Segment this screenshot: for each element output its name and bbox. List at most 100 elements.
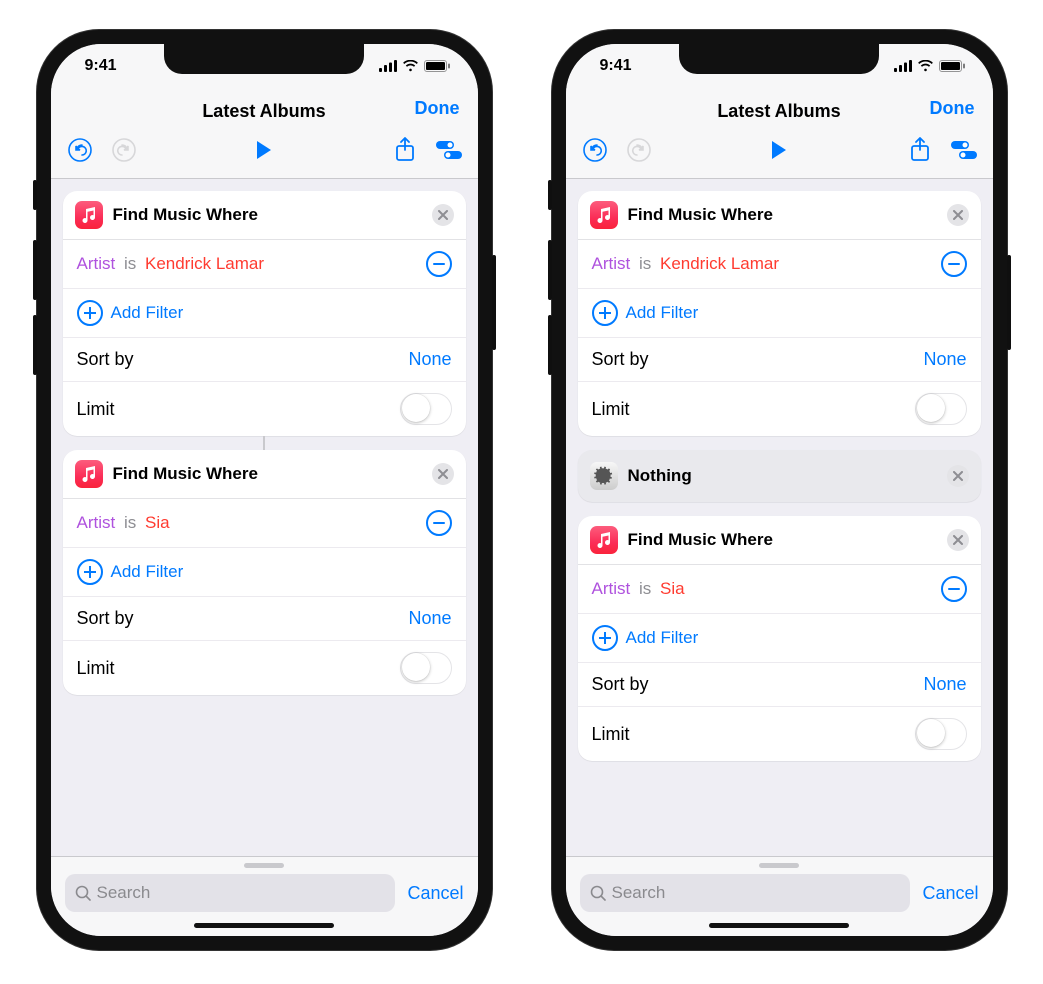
undo-button[interactable] xyxy=(65,137,95,163)
content-area[interactable]: Find Music Where Artist is Kendrick Lama… xyxy=(566,179,993,856)
filter-field[interactable]: Artist xyxy=(77,254,116,273)
play-button[interactable] xyxy=(764,140,794,160)
search-icon xyxy=(75,885,91,901)
redo-button[interactable] xyxy=(109,137,139,163)
filter-operator[interactable]: is xyxy=(639,254,651,273)
add-icon xyxy=(592,300,618,326)
limit-row: Limit xyxy=(578,382,981,436)
find-music-card[interactable]: Find Music Where Artist is Sia Add Filte… xyxy=(63,450,466,695)
add-filter-label: Add Filter xyxy=(111,562,184,582)
filter-value[interactable]: Sia xyxy=(145,513,170,532)
sort-by-row[interactable]: Sort by None xyxy=(63,338,466,382)
undo-button[interactable] xyxy=(580,137,610,163)
share-button[interactable] xyxy=(390,137,420,163)
filter-row[interactable]: Artist is Sia xyxy=(578,565,981,614)
grabber[interactable] xyxy=(759,863,799,868)
home-indicator[interactable] xyxy=(194,923,334,928)
search-placeholder: Search xyxy=(612,883,666,903)
filter-value[interactable]: Kendrick Lamar xyxy=(660,254,779,273)
done-button[interactable]: Done xyxy=(930,98,975,119)
redo-button[interactable] xyxy=(624,137,654,163)
play-button[interactable] xyxy=(249,140,279,160)
remove-card-button[interactable] xyxy=(947,529,969,551)
filter-value[interactable]: Kendrick Lamar xyxy=(145,254,264,273)
limit-label: Limit xyxy=(77,658,392,679)
search-icon xyxy=(590,885,606,901)
phone-left: 9:41 Latest Albums Done xyxy=(37,30,492,950)
nothing-card[interactable]: Nothing xyxy=(578,450,981,502)
settings-toggle-button[interactable] xyxy=(434,140,464,160)
sort-by-row[interactable]: Sort by None xyxy=(63,597,466,641)
status-time: 9:41 xyxy=(85,57,117,75)
grabber[interactable] xyxy=(244,863,284,868)
page-title: Latest Albums xyxy=(202,101,325,122)
share-button[interactable] xyxy=(905,137,935,163)
notch xyxy=(679,44,879,74)
limit-switch[interactable] xyxy=(915,393,967,425)
gear-app-icon xyxy=(590,462,618,490)
card-title: Find Music Where xyxy=(113,464,422,484)
filter-operator[interactable]: is xyxy=(124,513,136,532)
sort-by-row[interactable]: Sort by None xyxy=(578,338,981,382)
remove-filter-button[interactable] xyxy=(941,251,967,277)
add-filter-row[interactable]: Add Filter xyxy=(578,289,981,338)
filter-row[interactable]: Artist is Kendrick Lamar xyxy=(63,240,466,289)
search-input[interactable]: Search xyxy=(580,874,911,912)
card-title: Find Music Where xyxy=(628,530,937,550)
filter-row[interactable]: Artist is Sia xyxy=(63,499,466,548)
wifi-icon xyxy=(917,60,934,72)
remove-card-button[interactable] xyxy=(947,465,969,487)
limit-switch[interactable] xyxy=(400,393,452,425)
battery-icon xyxy=(424,60,450,72)
filter-operator[interactable]: is xyxy=(639,579,651,598)
add-filter-label: Add Filter xyxy=(626,628,699,648)
page-title: Latest Albums xyxy=(717,101,840,122)
cancel-button[interactable]: Cancel xyxy=(922,883,978,904)
home-indicator[interactable] xyxy=(709,923,849,928)
filter-field[interactable]: Artist xyxy=(592,579,631,598)
status-icons xyxy=(894,60,965,72)
settings-toggle-button[interactable] xyxy=(949,140,979,160)
notch xyxy=(164,44,364,74)
find-music-card[interactable]: Find Music Where Artist is Kendrick Lama… xyxy=(578,191,981,436)
find-music-card[interactable]: Find Music Where Artist is Sia Add Filte… xyxy=(578,516,981,761)
remove-card-button[interactable] xyxy=(432,463,454,485)
music-app-icon xyxy=(590,201,618,229)
sort-by-row[interactable]: Sort by None xyxy=(578,663,981,707)
add-filter-label: Add Filter xyxy=(626,303,699,323)
remove-filter-button[interactable] xyxy=(941,576,967,602)
done-button[interactable]: Done xyxy=(415,98,460,119)
limit-row: Limit xyxy=(578,707,981,761)
find-music-card[interactable]: Find Music Where Artist is Kendrick Lama… xyxy=(63,191,466,436)
remove-filter-button[interactable] xyxy=(426,251,452,277)
sort-by-label: Sort by xyxy=(592,349,916,370)
sort-by-value: None xyxy=(408,608,451,629)
sort-by-label: Sort by xyxy=(77,608,401,629)
filter-row[interactable]: Artist is Kendrick Lamar xyxy=(578,240,981,289)
limit-label: Limit xyxy=(592,724,907,745)
search-input[interactable]: Search xyxy=(65,874,396,912)
remove-card-button[interactable] xyxy=(432,204,454,226)
limit-switch[interactable] xyxy=(915,718,967,750)
card-title: Find Music Where xyxy=(113,205,422,225)
filter-value[interactable]: Sia xyxy=(660,579,685,598)
add-icon xyxy=(77,300,103,326)
content-area[interactable]: Find Music Where Artist is Kendrick Lama… xyxy=(51,179,478,856)
filter-field[interactable]: Artist xyxy=(77,513,116,532)
sort-by-value: None xyxy=(923,349,966,370)
signal-icon xyxy=(379,60,397,72)
remove-card-button[interactable] xyxy=(947,204,969,226)
add-filter-row[interactable]: Add Filter xyxy=(63,548,466,597)
remove-filter-button[interactable] xyxy=(426,510,452,536)
limit-row: Limit xyxy=(63,382,466,436)
phone-right: 9:41 Latest Albums Done xyxy=(552,30,1007,950)
card-title: Nothing xyxy=(628,466,937,486)
filter-field[interactable]: Artist xyxy=(592,254,631,273)
add-filter-row[interactable]: Add Filter xyxy=(63,289,466,338)
add-filter-row[interactable]: Add Filter xyxy=(578,614,981,663)
add-icon xyxy=(77,559,103,585)
filter-operator[interactable]: is xyxy=(124,254,136,273)
sort-by-label: Sort by xyxy=(77,349,401,370)
limit-switch[interactable] xyxy=(400,652,452,684)
cancel-button[interactable]: Cancel xyxy=(407,883,463,904)
